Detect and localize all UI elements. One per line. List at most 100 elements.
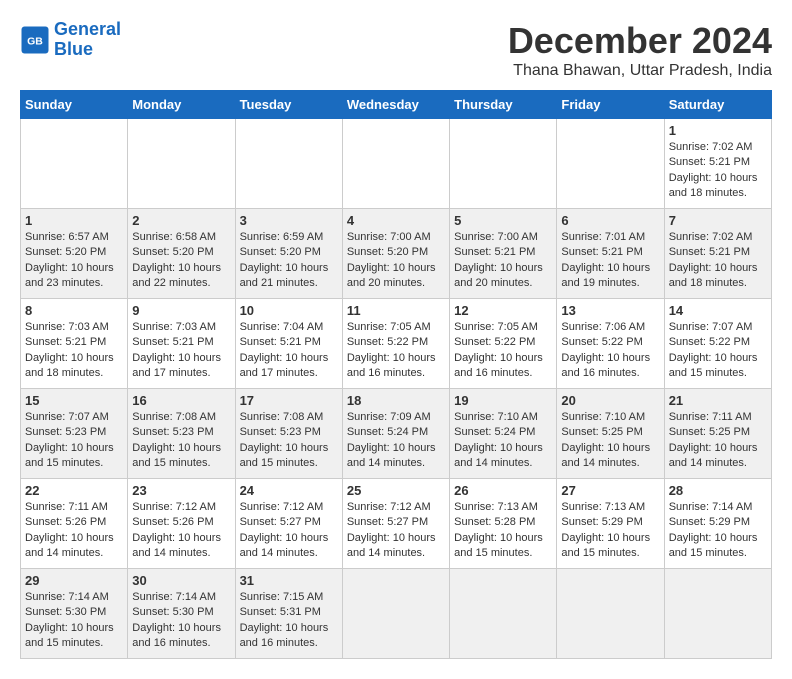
day-number: 10 (240, 303, 338, 318)
day-number: 29 (25, 573, 123, 588)
calendar-week-row: 8 Sunrise: 7:03 AMSunset: 5:21 PMDaylight… (21, 299, 772, 389)
logo-icon: GB (20, 25, 50, 55)
day-info: Sunrise: 7:00 AMSunset: 5:21 PMDaylight:… (454, 230, 552, 292)
calendar-cell: 3 Sunrise: 6:59 AMSunset: 5:20 PMDaylight… (235, 209, 342, 299)
calendar-week-row: 15Sunrise: 7:07 AMSunset: 5:23 PMDayligh… (21, 389, 772, 479)
day-number: 27 (561, 483, 659, 498)
day-info: Sunrise: 6:59 AMSunset: 5:20 PMDaylight:… (240, 230, 338, 292)
logo: GB General Blue (20, 20, 121, 60)
day-number: 22 (25, 483, 123, 498)
calendar-cell (128, 119, 235, 209)
calendar-cell (342, 119, 449, 209)
day-info: Sunrise: 7:14 AMSunset: 5:30 PMDaylight:… (25, 590, 123, 652)
day-number: 17 (240, 393, 338, 408)
col-header-tuesday: Tuesday (235, 91, 342, 119)
day-number: 20 (561, 393, 659, 408)
calendar-week-row: 1 Sunrise: 6:57 AMSunset: 5:20 PMDaylight… (21, 209, 772, 299)
calendar-cell (21, 119, 128, 209)
day-info: Sunrise: 7:11 AMSunset: 5:26 PMDaylight:… (25, 500, 123, 562)
calendar-cell (450, 569, 557, 659)
day-info: Sunrise: 7:15 AMSunset: 5:31 PMDaylight:… (240, 590, 338, 652)
calendar-cell: 27 Sunrise: 7:13 AMSunset: 5:29 PMDayligh… (557, 479, 664, 569)
day-number: 16 (132, 393, 230, 408)
calendar-cell: 10Sunrise: 7:04 AMSunset: 5:21 PMDayligh… (235, 299, 342, 389)
day-info: Sunrise: 7:14 AMSunset: 5:30 PMDaylight:… (132, 590, 230, 652)
day-info: Sunrise: 6:57 AMSunset: 5:20 PMDaylight:… (25, 230, 123, 292)
day-number: 30 (132, 573, 230, 588)
calendar-cell: 7 Sunrise: 7:02 AMSunset: 5:21 PMDaylight… (664, 209, 771, 299)
calendar-cell: 29 Sunrise: 7:14 AMSunset: 5:30 PMDayligh… (21, 569, 128, 659)
day-number: 5 (454, 213, 552, 228)
day-number: 3 (240, 213, 338, 228)
day-number: 11 (347, 303, 445, 318)
col-header-saturday: Saturday (664, 91, 771, 119)
day-info: Sunrise: 7:03 AMSunset: 5:21 PMDaylight:… (132, 320, 230, 382)
calendar-cell: 22 Sunrise: 7:11 AMSunset: 5:26 PMDayligh… (21, 479, 128, 569)
calendar-cell: 1Sunrise: 7:02 AMSunset: 5:21 PMDaylight… (664, 119, 771, 209)
calendar-cell: 24Sunrise: 7:12 AMSunset: 5:27 PMDayligh… (235, 479, 342, 569)
day-number: 23 (132, 483, 230, 498)
calendar-cell: 18Sunrise: 7:09 AMSunset: 5:24 PMDayligh… (342, 389, 449, 479)
day-info: Sunrise: 7:13 AMSunset: 5:29 PMDaylight:… (561, 500, 659, 562)
calendar-cell (557, 119, 664, 209)
calendar-cell: 26 Sunrise: 7:13 AMSunset: 5:28 PMDayligh… (450, 479, 557, 569)
col-header-thursday: Thursday (450, 91, 557, 119)
calendar-cell: 28Sunrise: 7:14 AMSunset: 5:29 PMDayligh… (664, 479, 771, 569)
calendar-cell: 13Sunrise: 7:06 AMSunset: 5:22 PMDayligh… (557, 299, 664, 389)
day-info: Sunrise: 6:58 AMSunset: 5:20 PMDaylight:… (132, 230, 230, 292)
day-number: 26 (454, 483, 552, 498)
day-number: 2 (132, 213, 230, 228)
day-number: 24 (240, 483, 338, 498)
day-number: 14 (669, 303, 767, 318)
calendar-cell: 2 Sunrise: 6:58 AMSunset: 5:20 PMDaylight… (128, 209, 235, 299)
calendar-cell: 25Sunrise: 7:12 AMSunset: 5:27 PMDayligh… (342, 479, 449, 569)
day-info: Sunrise: 7:01 AMSunset: 5:21 PMDaylight:… (561, 230, 659, 292)
calendar-header-row: SundayMondayTuesdayWednesdayThursdayFrid… (21, 91, 772, 119)
col-header-sunday: Sunday (21, 91, 128, 119)
day-number: 18 (347, 393, 445, 408)
calendar-week-row: 22 Sunrise: 7:11 AMSunset: 5:26 PMDayligh… (21, 479, 772, 569)
logo-line1: General (54, 19, 121, 39)
calendar-cell: 15Sunrise: 7:07 AMSunset: 5:23 PMDayligh… (21, 389, 128, 479)
day-info: Sunrise: 7:07 AMSunset: 5:22 PMDaylight:… (669, 320, 767, 382)
calendar-cell (450, 119, 557, 209)
calendar-cell (557, 569, 664, 659)
day-number: 9 (132, 303, 230, 318)
day-info: Sunrise: 7:08 AMSunset: 5:23 PMDaylight:… (132, 410, 230, 472)
month-title: December 2024 (508, 20, 772, 62)
calendar-cell: 4 Sunrise: 7:00 AMSunset: 5:20 PMDaylight… (342, 209, 449, 299)
location-title: Thana Bhawan, Uttar Pradesh, India (508, 62, 772, 80)
calendar-cell (342, 569, 449, 659)
day-number: 28 (669, 483, 767, 498)
day-number: 4 (347, 213, 445, 228)
col-header-monday: Monday (128, 91, 235, 119)
day-info: Sunrise: 7:00 AMSunset: 5:20 PMDaylight:… (347, 230, 445, 292)
day-number: 21 (669, 393, 767, 408)
day-number: 7 (669, 213, 767, 228)
calendar-cell: 21 Sunrise: 7:11 AMSunset: 5:25 PMDayligh… (664, 389, 771, 479)
col-header-wednesday: Wednesday (342, 91, 449, 119)
logo-line2: Blue (54, 39, 93, 59)
calendar-cell: 9 Sunrise: 7:03 AMSunset: 5:21 PMDaylight… (128, 299, 235, 389)
calendar-cell: 31Sunrise: 7:15 AMSunset: 5:31 PMDayligh… (235, 569, 342, 659)
day-info: Sunrise: 7:03 AMSunset: 5:21 PMDaylight:… (25, 320, 123, 382)
day-info: Sunrise: 7:05 AMSunset: 5:22 PMDaylight:… (347, 320, 445, 382)
calendar-cell: 20 Sunrise: 7:10 AMSunset: 5:25 PMDayligh… (557, 389, 664, 479)
calendar-cell: 14 Sunrise: 7:07 AMSunset: 5:22 PMDayligh… (664, 299, 771, 389)
day-number: 8 (25, 303, 123, 318)
day-info: Sunrise: 7:02 AMSunset: 5:21 PMDaylight:… (669, 230, 767, 292)
day-info: Sunrise: 7:02 AMSunset: 5:21 PMDaylight:… (669, 140, 767, 202)
calendar-cell: 8 Sunrise: 7:03 AMSunset: 5:21 PMDaylight… (21, 299, 128, 389)
title-block: December 2024 Thana Bhawan, Uttar Prades… (508, 20, 772, 80)
day-info: Sunrise: 7:05 AMSunset: 5:22 PMDaylight:… (454, 320, 552, 382)
calendar-cell (664, 569, 771, 659)
calendar-cell: 30 Sunrise: 7:14 AMSunset: 5:30 PMDayligh… (128, 569, 235, 659)
calendar-week-row: 29 Sunrise: 7:14 AMSunset: 5:30 PMDayligh… (21, 569, 772, 659)
calendar-cell (235, 119, 342, 209)
day-info: Sunrise: 7:11 AMSunset: 5:25 PMDaylight:… (669, 410, 767, 472)
day-number: 15 (25, 393, 123, 408)
day-number: 1 (25, 213, 123, 228)
day-info: Sunrise: 7:13 AMSunset: 5:28 PMDaylight:… (454, 500, 552, 562)
day-info: Sunrise: 7:10 AMSunset: 5:25 PMDaylight:… (561, 410, 659, 472)
day-info: Sunrise: 7:06 AMSunset: 5:22 PMDaylight:… (561, 320, 659, 382)
